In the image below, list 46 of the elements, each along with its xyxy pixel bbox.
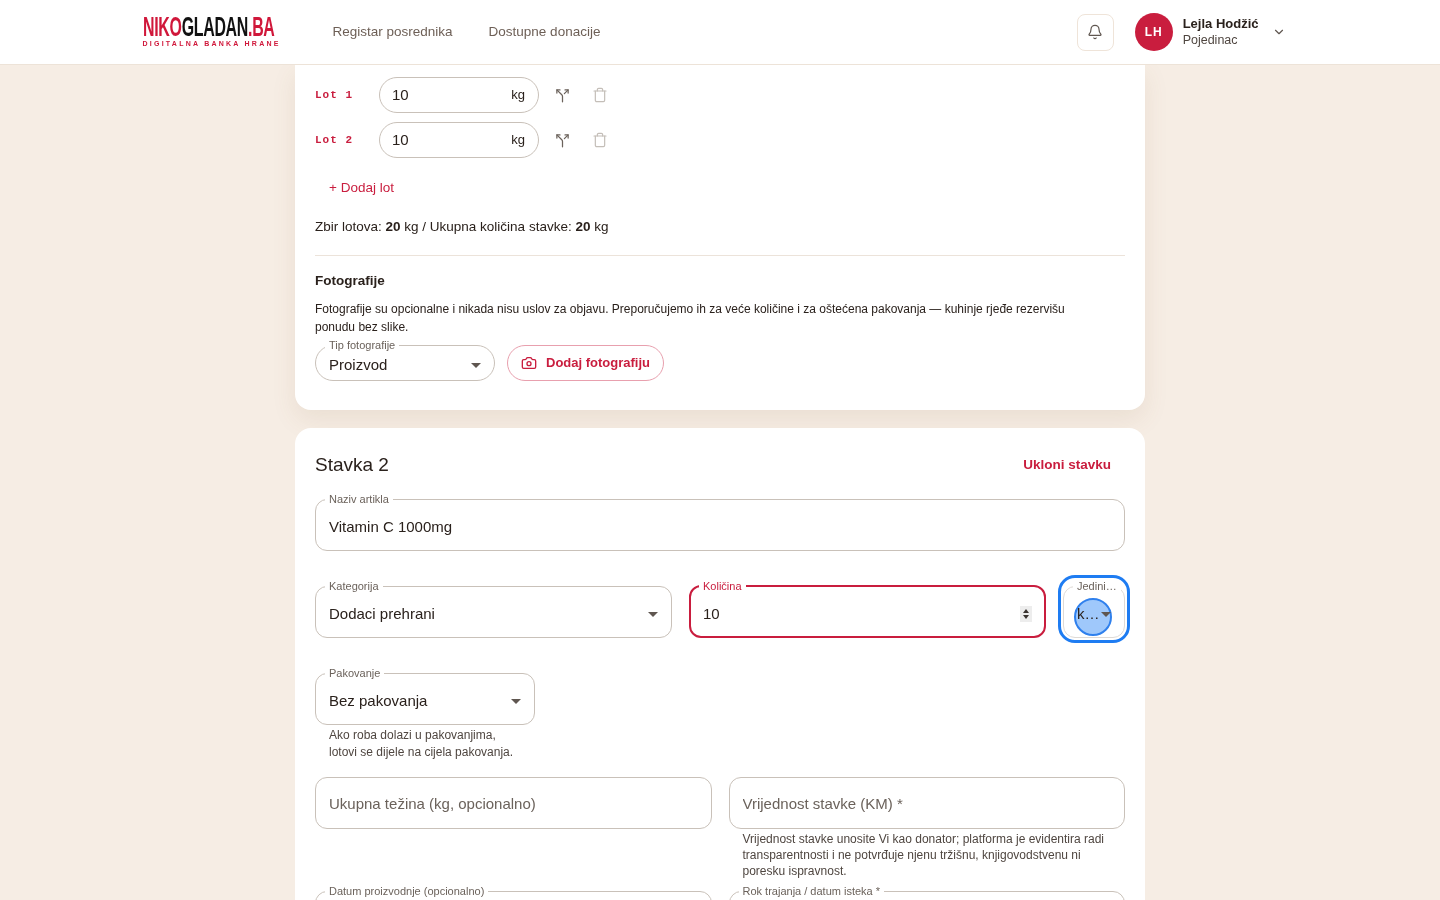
helper-text: Vrijednost stavke unosite Vi kao donator; platforma je evidentira radi transparentnosti i ne potvrđuje njenu tržišnu, knjigovodstvenu ni poresku ispravnost. [741, 831, 1106, 879]
expiry-date-field[interactable]: Rok trajanja / datum isteka * [728, 885, 1125, 900]
field-label: Rok trajanja / datum isteka * [741, 885, 882, 897]
photo-description: Fotografije su opcionalne i nikada nisu uslov za objavu. Preporučujemo ih za veće količine i za oštećena pakovanja — kuhinje rjeđe rezervišu ponudu bez slike. [315, 301, 1066, 336]
add-lot-button[interactable]: + Dodaj lot [315, 172, 408, 204]
field-label: Jedini… [1076, 580, 1118, 592]
caret-icon [1101, 612, 1111, 617]
photo-type-select[interactable]: Tip fotografije Proizvod [315, 339, 495, 381]
item-value-field[interactable]: Vrijednost stavke (KM) * [728, 777, 1125, 829]
user-avatar[interactable]: LH [1134, 13, 1173, 51]
unit-label: kg [511, 86, 525, 105]
bell-icon [1087, 24, 1104, 40]
caret-icon [511, 699, 521, 704]
unit-label: kg [511, 131, 525, 150]
lot-summary: Zbir lotova: 20 kg / Ukupna količina stavke: 20 kg [315, 218, 610, 236]
nav-link[interactable]: Registar posrednika [332, 21, 453, 43]
article-name-field[interactable]: Naziv artikla Vitamin C 1000mg [315, 493, 1125, 551]
trash-icon [592, 132, 608, 148]
user-role: Pojedinac [1182, 32, 1239, 48]
split-icon [554, 132, 570, 148]
field-label: Pakovanje [328, 667, 382, 679]
section-title: Fotografije [315, 272, 386, 290]
helper-text: Ako roba dolazi u pakovanjima, lotovi se dijele na cijela pakovanja. [328, 727, 515, 761]
category-select[interactable]: Kategorija Dodaci prehrani [315, 580, 672, 638]
trash-icon [592, 87, 608, 103]
field-label: Kategorija [328, 580, 380, 592]
field-label: Naziv artikla [328, 493, 390, 505]
notifications-button[interactable] [1076, 13, 1114, 51]
caret-icon [471, 363, 481, 368]
remove-item-button[interactable]: Ukloni stavku [1009, 448, 1125, 482]
field-label: Tip fotografije [328, 339, 397, 351]
packaging-select[interactable]: Pakovanje Bez pakovanja [315, 667, 535, 725]
total-weight-field[interactable]: Ukupna težina (kg, opcionalno) [315, 777, 712, 829]
field-label: Datum proizvodnje (opcionalno) [328, 885, 486, 897]
production-date-field[interactable]: Datum proizvodnje (opcionalno) [315, 885, 712, 900]
caret-icon [648, 612, 658, 617]
quantity-field[interactable]: Količina 10 [689, 580, 1046, 638]
spinner-arrows-icon [1020, 606, 1032, 622]
field-label: Količina [702, 580, 743, 592]
lot-label: Lot 2 [315, 132, 353, 148]
user-name: Lejla Hodžić [1182, 16, 1259, 32]
split-icon [554, 87, 570, 103]
nav-link[interactable]: Dostupne donacije [488, 21, 601, 43]
lot-label: Lot 1 [315, 87, 353, 103]
item-title: Stavka 2 [315, 452, 389, 477]
camera-icon [521, 355, 537, 371]
